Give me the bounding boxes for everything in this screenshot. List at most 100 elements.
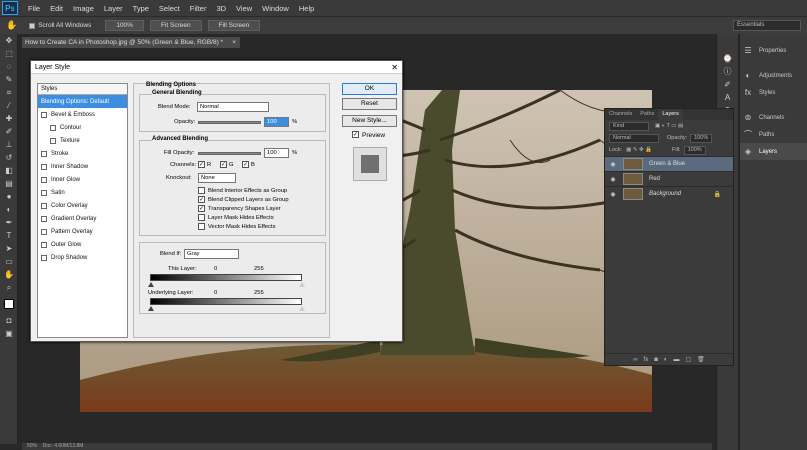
checkbox[interactable]: [41, 202, 47, 209]
channel-g-checkbox[interactable]: ✓: [220, 161, 227, 168]
checkbox[interactable]: [41, 254, 47, 261]
this-layer-white-slider[interactable]: [299, 282, 305, 287]
fill-opacity-slider[interactable]: [198, 152, 261, 155]
info-panel-icon[interactable]: ⓘ: [717, 65, 738, 78]
fill-screen-button[interactable]: Fill Screen: [207, 20, 261, 31]
zoom-level[interactable]: 50%: [27, 443, 37, 449]
eyedropper-tool-icon[interactable]: ⁄: [0, 99, 18, 112]
ok-button[interactable]: OK: [342, 83, 397, 95]
scroll-all-checkbox[interactable]: [29, 22, 36, 29]
new-layer-icon[interactable]: ▢: [685, 356, 691, 363]
eye-icon[interactable]: ◉: [608, 176, 618, 183]
fit-screen-button[interactable]: Fit Screen: [149, 20, 202, 31]
style-item-drop-shadow[interactable]: Drop Shadow: [38, 251, 127, 264]
move-tool-icon[interactable]: ✥: [0, 34, 18, 47]
tab-paths[interactable]: Paths: [636, 109, 658, 120]
opacity-slider[interactable]: [198, 121, 261, 124]
menu-view[interactable]: View: [236, 4, 252, 13]
layer-row[interactable]: ◉ Green & Blue: [605, 156, 733, 171]
actual-size-button[interactable]: 100%: [105, 20, 144, 31]
panel-adjustments[interactable]: ◐ Adjustments: [740, 67, 807, 84]
style-item-contour[interactable]: Contour: [38, 121, 127, 134]
filter-icons[interactable]: ▣ ◐ T ▭ ▤: [655, 123, 683, 129]
style-item-inner-glow[interactable]: Inner Glow: [38, 173, 127, 186]
fx-icon[interactable]: fx: [644, 357, 649, 363]
layer-row[interactable]: ◉ Red: [605, 171, 733, 186]
brush-panel-icon[interactable]: ✐: [717, 78, 738, 91]
layer-blend-mode[interactable]: Normal: [609, 133, 659, 143]
menu-file[interactable]: File: [28, 4, 40, 13]
preview-checkbox[interactable]: ✓: [352, 131, 359, 138]
mask-icon[interactable]: ◙: [654, 357, 658, 363]
style-item-satin[interactable]: Satin: [38, 186, 127, 199]
tab-channels[interactable]: Channels: [605, 109, 636, 120]
type-tool-icon[interactable]: T: [0, 229, 18, 242]
style-item-color-overlay[interactable]: Color Overlay: [38, 199, 127, 212]
layer-fill-field[interactable]: 100%: [683, 145, 706, 155]
close-icon[interactable]: ✕: [391, 61, 398, 74]
vector-mask-hides-checkbox[interactable]: [198, 223, 205, 230]
folder-icon[interactable]: ▬: [673, 357, 679, 363]
style-item-pattern-overlay[interactable]: Pattern Overlay: [38, 225, 127, 238]
brush-tool-icon[interactable]: ✐: [0, 125, 18, 138]
blend-interior-checkbox[interactable]: [198, 187, 205, 194]
workspace-select[interactable]: Essentials: [733, 20, 801, 31]
underlying-black-slider[interactable]: [148, 306, 154, 311]
checkbox[interactable]: [41, 228, 47, 235]
photoshop-logo[interactable]: Ps: [2, 1, 18, 15]
checkbox[interactable]: [50, 124, 56, 131]
menu-select[interactable]: Select: [159, 4, 180, 13]
panel-layers[interactable]: ◈ Layers: [740, 143, 807, 160]
fill-opacity-field[interactable]: 100: [264, 148, 289, 158]
layer-opacity-field[interactable]: 100%: [690, 133, 713, 143]
underlying-white-slider[interactable]: [299, 306, 305, 311]
panel-channels[interactable]: ⊚ Channels: [740, 109, 807, 126]
menu-layer[interactable]: Layer: [104, 4, 123, 13]
tab-layers[interactable]: Layers: [658, 109, 683, 120]
history-brush-icon[interactable]: ↺: [0, 151, 18, 164]
checkbox[interactable]: [41, 176, 47, 183]
menu-filter[interactable]: Filter: [190, 4, 207, 13]
screen-mode-icon[interactable]: ▣: [0, 327, 18, 340]
character-panel-icon[interactable]: A: [717, 91, 738, 104]
stamp-tool-icon[interactable]: ⊥: [0, 138, 18, 151]
blend-if-select[interactable]: Gray: [184, 249, 239, 259]
menu-3d[interactable]: 3D: [216, 4, 226, 13]
opacity-field[interactable]: 100: [264, 117, 289, 127]
path-select-icon[interactable]: ➤: [0, 242, 18, 255]
panel-styles[interactable]: fx Styles: [740, 84, 807, 101]
channel-b-checkbox[interactable]: ✓: [242, 161, 249, 168]
menu-edit[interactable]: Edit: [50, 4, 63, 13]
eye-icon[interactable]: ◉: [608, 161, 618, 168]
layer-row[interactable]: ◉ Background 🔒: [605, 186, 733, 201]
style-item-gradient-overlay[interactable]: Gradient Overlay: [38, 212, 127, 225]
lasso-tool-icon[interactable]: ◌: [0, 60, 18, 73]
styles-header[interactable]: Styles: [38, 84, 127, 95]
menu-image[interactable]: Image: [73, 4, 94, 13]
zoom-tool-icon[interactable]: ⌕: [0, 281, 18, 294]
adjustment-icon[interactable]: ◐: [664, 357, 668, 363]
checkbox[interactable]: [50, 137, 56, 144]
checkbox[interactable]: [41, 189, 47, 196]
checkbox[interactable]: [41, 215, 47, 222]
eraser-tool-icon[interactable]: ◧: [0, 164, 18, 177]
color-swatches[interactable]: [0, 294, 18, 314]
hand-tool-icon[interactable]: ✋: [0, 268, 18, 281]
blend-mode-select[interactable]: Normal: [197, 102, 269, 112]
layer-filter-kind[interactable]: Kind: [609, 121, 649, 131]
this-layer-black-slider[interactable]: [148, 282, 154, 287]
close-tab-icon[interactable]: ×: [232, 37, 236, 48]
panel-properties[interactable]: ☰ Properties: [740, 42, 807, 59]
lock-icons[interactable]: ▦ ✎ ✥ 🔒: [626, 147, 652, 153]
checkbox[interactable]: [41, 241, 47, 248]
gradient-tool-icon[interactable]: ▤: [0, 177, 18, 190]
channel-r-checkbox[interactable]: ✓: [198, 161, 205, 168]
trash-icon[interactable]: 🗑: [697, 356, 705, 363]
reset-button[interactable]: Reset: [342, 98, 397, 110]
blend-clipped-checkbox[interactable]: ✓: [198, 196, 205, 203]
menu-type[interactable]: Type: [133, 4, 149, 13]
crop-tool-icon[interactable]: ⌗: [0, 86, 18, 99]
eye-icon[interactable]: ◉: [608, 191, 618, 198]
marquee-tool-icon[interactable]: ⬚: [0, 47, 18, 60]
checkbox[interactable]: [41, 163, 47, 170]
